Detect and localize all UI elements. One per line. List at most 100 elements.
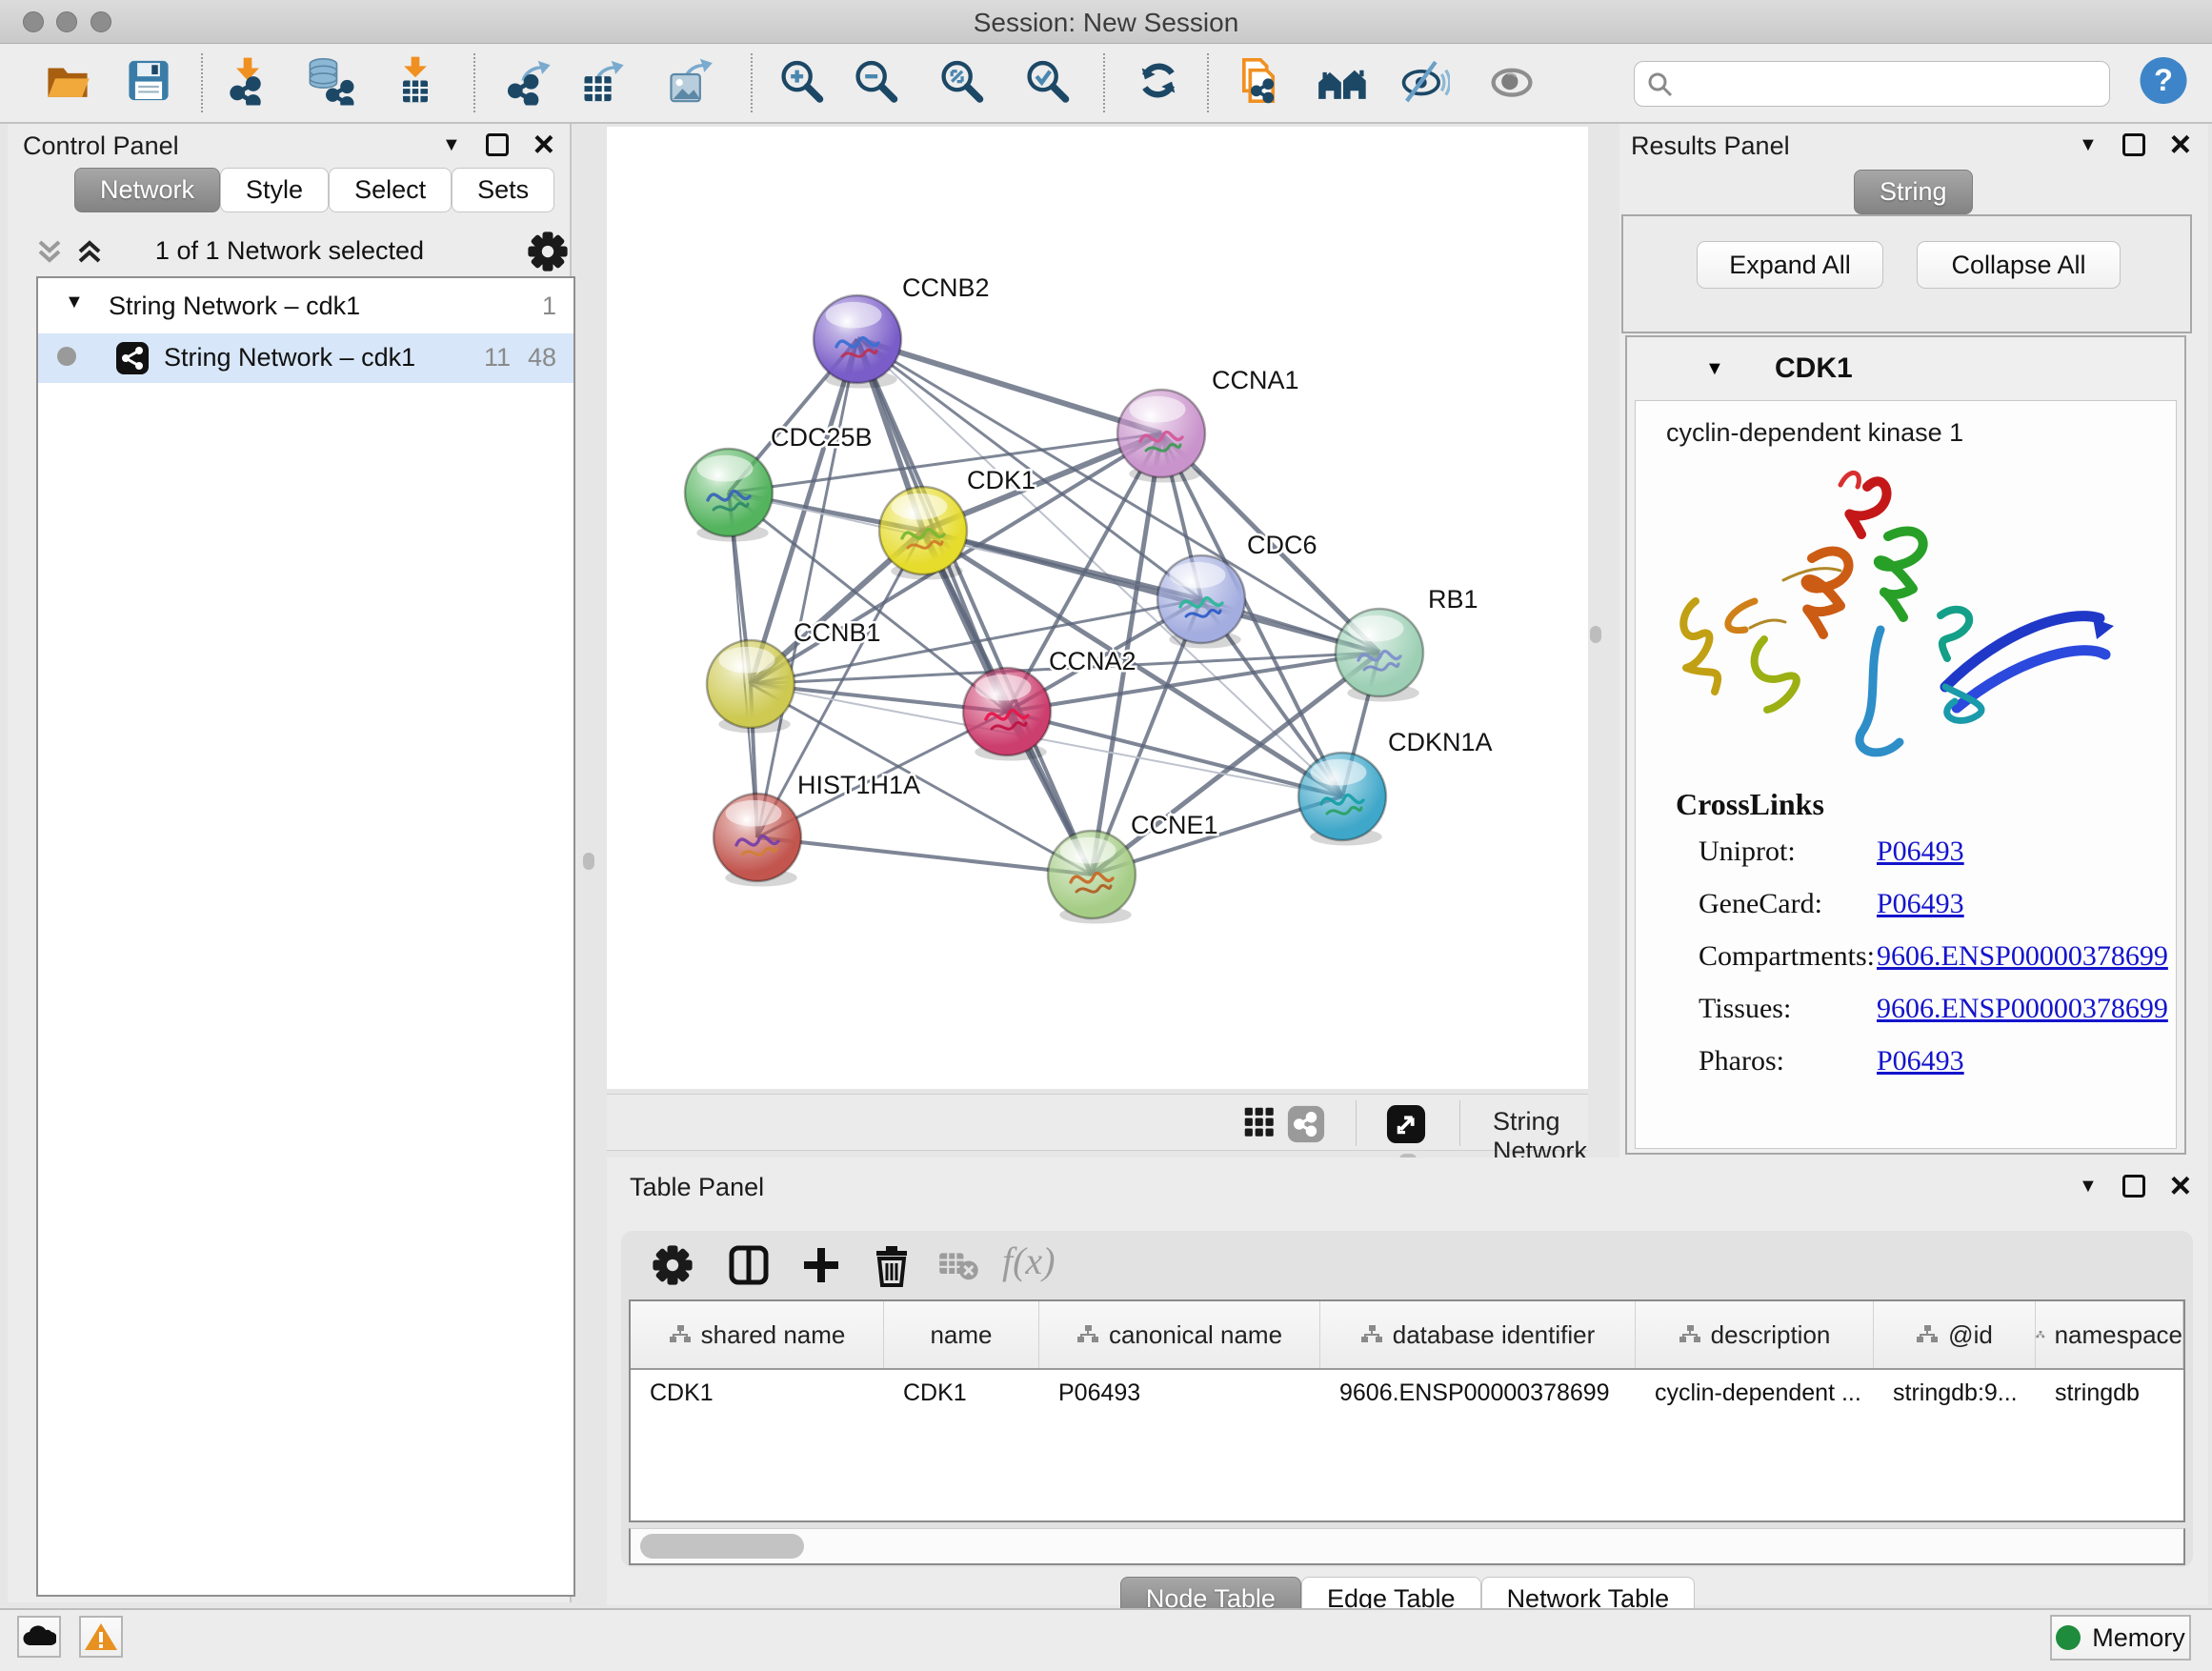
control-panel: Control Panel ▼ × NetworkStyleSelectSets… [8, 124, 572, 1602]
show-columns-icon[interactable] [726, 1242, 772, 1293]
tab-sets[interactable]: Sets [452, 168, 554, 212]
crosslink-link[interactable]: 9606.ENSP00000378699 [1877, 940, 2168, 973]
crosslink-link[interactable]: P06493 [1877, 1045, 1964, 1077]
node-CCNB1[interactable] [707, 640, 794, 734]
tree-expand-icon[interactable]: ▼ [65, 292, 84, 313]
column-header-shared-name[interactable]: shared name [631, 1301, 884, 1368]
network-collection-row[interactable]: ▼ String Network – cdk1 1 [38, 282, 573, 332]
memory-status-dot [2056, 1625, 2081, 1650]
node-label-CCNA1: CCNA1 [1212, 366, 1299, 394]
help-button[interactable]: ? [2137, 54, 2190, 112]
crosslink-row: Compartments:9606.ENSP00000378699 [1636, 927, 2176, 979]
node-CCNA1[interactable] [1117, 390, 1205, 483]
crosslink-label: Pharos: [1699, 1045, 1784, 1077]
tab-select[interactable]: Select [329, 168, 452, 212]
save-session-button[interactable] [124, 56, 173, 111]
crosslink-link[interactable]: P06493 [1877, 888, 1964, 920]
cloud-button[interactable] [17, 1616, 61, 1658]
column-header-canonical-name[interactable]: canonical name [1039, 1301, 1320, 1368]
delete-column-icon[interactable] [871, 1242, 913, 1293]
column-header-description[interactable]: description [1636, 1301, 1874, 1368]
export-network-button[interactable] [504, 56, 555, 111]
import-network-from-database-button[interactable] [305, 56, 356, 111]
table-panel-close-icon[interactable]: × [2170, 1175, 2191, 1198]
zoom-selected-button[interactable] [1022, 56, 1072, 111]
column-header-namespace[interactable]: namespace [2036, 1301, 2183, 1368]
expand-all-button[interactable]: Expand All [1697, 241, 1883, 289]
warning-button[interactable] [79, 1616, 123, 1658]
column-header-id[interactable]: @id [1874, 1301, 2036, 1368]
protein-description: cyclin-dependent kinase 1 [1666, 418, 1963, 448]
node-CDK1[interactable] [879, 487, 967, 580]
show-hidden-button[interactable] [1485, 56, 1538, 111]
protein-card: ▼ CDK1 cyclin-dependent kinase 1 CrossLi… [1625, 335, 2186, 1155]
crosslinks-section: CrossLinks Uniprot:P06493GeneCard:P06493… [1636, 787, 2176, 1084]
protein-details: cyclin-dependent kinase 1 CrossLinks Uni… [1635, 400, 2177, 1149]
home-networks-button[interactable] [1317, 56, 1370, 111]
control-panel-close-icon[interactable]: × [533, 133, 554, 156]
protein-name: CDK1 [1775, 352, 1853, 385]
export-table-button[interactable] [577, 56, 629, 111]
node-CCNA2[interactable] [963, 668, 1051, 761]
node-CDC25B[interactable] [685, 449, 773, 542]
crosslink-link[interactable]: P06493 [1877, 836, 1964, 868]
node-RB1[interactable] [1336, 609, 1423, 702]
column-header-name[interactable]: name [884, 1301, 1039, 1368]
left-splitter-handle[interactable] [583, 853, 594, 870]
network-badge-icon [114, 340, 151, 376]
memory-button[interactable]: Memory [2050, 1615, 2191, 1661]
tab-string[interactable]: String [1854, 170, 1973, 214]
open-session-button[interactable] [42, 56, 93, 111]
table-panel-menu-icon[interactable]: ▼ [2079, 1177, 2098, 1196]
copy-network-button[interactable] [1234, 56, 1283, 111]
table-row[interactable]: CDK1CDK1P064939606.ENSP00000378699cyclin… [631, 1370, 2183, 1419]
import-network-button[interactable] [223, 56, 272, 111]
protein-collapse-icon[interactable]: ▼ [1705, 358, 1724, 380]
collapse-all-button[interactable]: Collapse All [1917, 241, 2121, 289]
node-label-CDK1: CDK1 [967, 466, 1036, 494]
svg-text:?: ? [2154, 62, 2173, 97]
table-gear-icon[interactable] [652, 1244, 694, 1291]
search-input[interactable] [1682, 64, 2101, 104]
zoom-in-button[interactable] [776, 56, 826, 111]
column-header-database-identifier[interactable]: database identifier [1320, 1301, 1636, 1368]
table-cell: P06493 [1039, 1370, 1320, 1419]
open-in-window-icon[interactable] [1386, 1104, 1426, 1149]
network-overview-icon[interactable] [1287, 1105, 1325, 1148]
toolbar-separator [1207, 53, 1209, 112]
node-HIST1H1A[interactable] [714, 794, 801, 887]
node-CCNE1[interactable] [1048, 831, 1136, 924]
control-panel-float-icon[interactable] [486, 133, 509, 156]
results-panel-float-icon[interactable] [2122, 133, 2145, 156]
results-panel-close-icon[interactable]: × [2170, 133, 2191, 156]
network-row-label: String Network – cdk1 [164, 343, 415, 372]
toolbar-separator [201, 53, 203, 112]
zoom-fit-button[interactable] [936, 56, 986, 111]
table-hscrollbar [629, 1528, 2185, 1565]
network-canvas[interactable]: CCNB2CCNA1CDC25BCDK1CDC6RB1CCNB1CCNA2CDK… [607, 127, 1588, 1089]
network-selected-status: 1 of 1 Network selected [8, 236, 572, 266]
memory-label: Memory [2092, 1623, 2185, 1653]
table-panel-float-icon[interactable] [2122, 1175, 2145, 1198]
birdseye-grid-icon[interactable] [1242, 1105, 1280, 1148]
crosslink-link[interactable]: 9606.ENSP00000378699 [1877, 993, 2168, 1025]
add-column-icon[interactable] [798, 1242, 844, 1293]
export-image-button[interactable] [664, 56, 715, 111]
table-toolbar: f(x) [621, 1231, 2193, 1299]
node-CDKN1A[interactable] [1298, 753, 1386, 846]
table-card: f(x) shared namenamecanonical namedataba… [621, 1231, 2193, 1567]
right-splitter-handle[interactable] [1590, 626, 1601, 643]
node-label-CDC6: CDC6 [1247, 531, 1317, 559]
hide-selected-button[interactable] [1397, 56, 1450, 111]
refresh-button[interactable] [1134, 56, 1183, 111]
tab-style[interactable]: Style [220, 168, 329, 212]
network-options-gear-icon[interactable] [527, 231, 569, 277]
table-cell: CDK1 [884, 1370, 1039, 1419]
import-table-button[interactable] [391, 56, 440, 111]
results-panel-menu-icon[interactable]: ▼ [2079, 135, 2098, 154]
table-hscrollbar-thumb[interactable] [640, 1534, 804, 1559]
zoom-out-button[interactable] [851, 56, 900, 111]
tab-network[interactable]: Network [74, 168, 220, 212]
control-panel-menu-icon[interactable]: ▼ [442, 135, 461, 154]
network-row-selected[interactable]: String Network – cdk1 11 48 [38, 333, 573, 383]
